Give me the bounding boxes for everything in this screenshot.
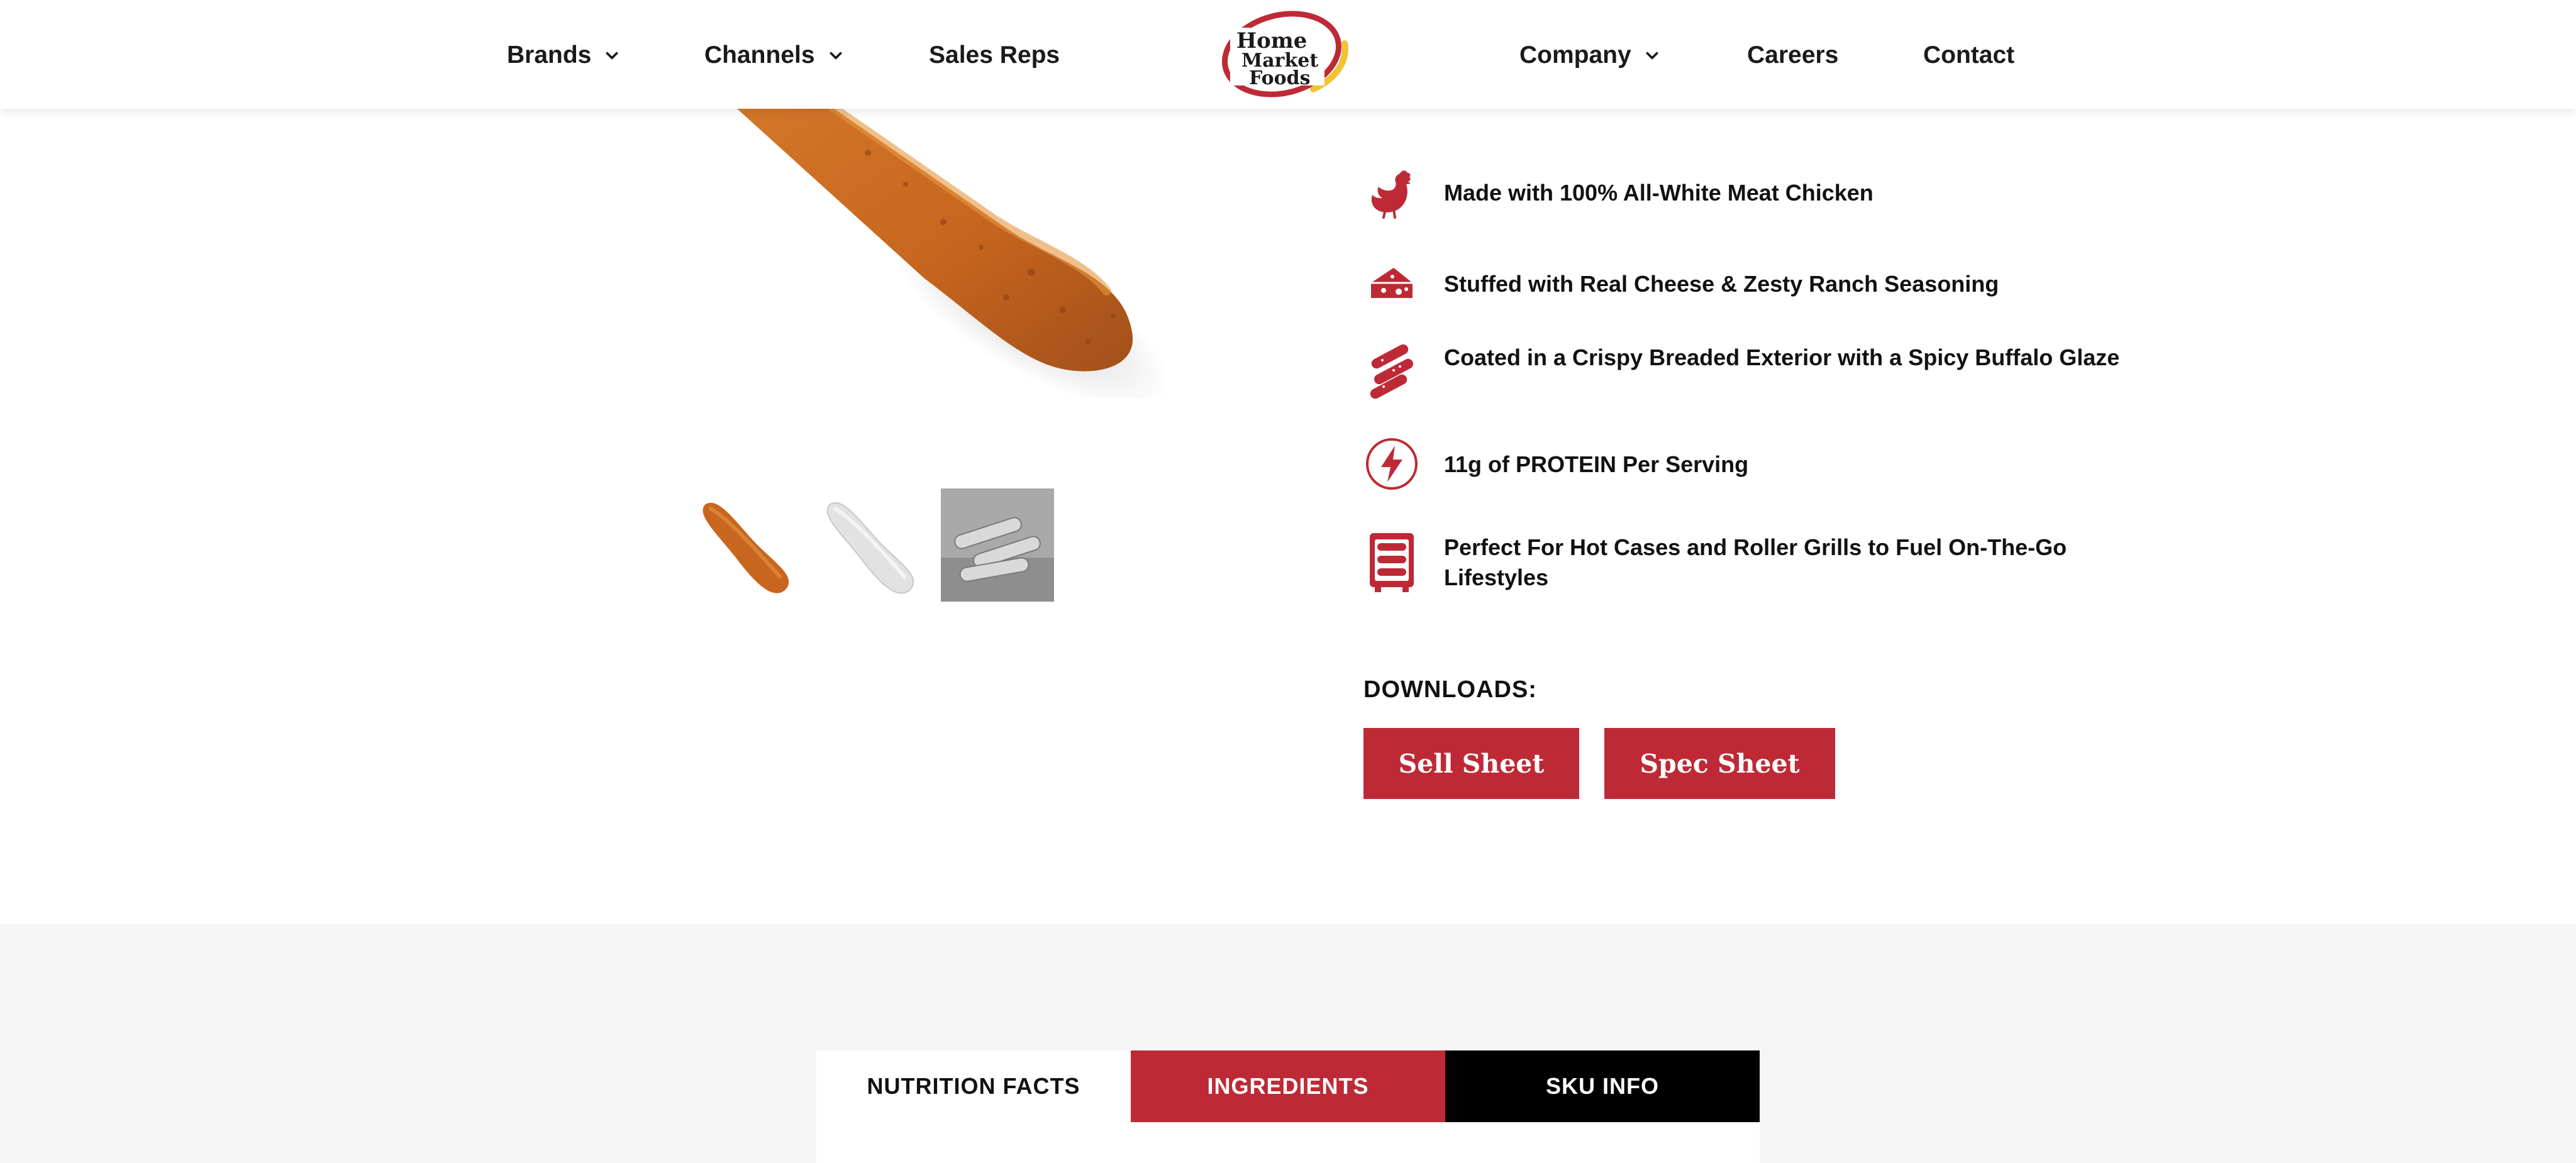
thumbnail-frozen[interactable]	[816, 488, 930, 602]
product-hero-image	[679, 109, 1220, 398]
lightning-bolt-icon	[1366, 438, 1418, 490]
feature-text: Stuffed with Real Cheese & Zesty Ranch S…	[1444, 271, 1999, 297]
feature-item: Coated in a Crispy Breaded Exterior with…	[1363, 343, 2119, 403]
thumbnail-cooked[interactable]	[692, 488, 805, 602]
thumbnail-lifestyle[interactable]	[941, 488, 1054, 602]
feature-text: Perfect For Hot Cases and Roller Grills …	[1444, 534, 2067, 590]
nav-contact-label: Contact	[1923, 41, 2015, 69]
home-market-foods-logo[interactable]: Home Market Foods	[1219, 9, 1358, 101]
tab-ingredients[interactable]: INGREDIENTS	[1131, 1050, 1445, 1122]
feature-item: Perfect For Hot Cases and Roller Grills …	[1363, 531, 2118, 593]
feature-text: 11g of PROTEIN Per Serving	[1444, 451, 1749, 477]
roller-grill-icon	[1370, 533, 1414, 592]
nav-company[interactable]: Company	[1519, 38, 1660, 73]
logo-text-foods: Foods	[1249, 67, 1311, 89]
nav-sales-reps-label: Sales Reps	[929, 41, 1060, 69]
chevron-down-icon	[830, 52, 841, 60]
breaded-sticks-icon	[1370, 344, 1413, 399]
feature-text: Made with 100% All-White Meat Chicken	[1444, 180, 1874, 206]
feature-item: Made with 100% All-White Meat Chicken	[1363, 165, 2118, 221]
tab-nutrition-facts[interactable]: NUTRITION FACTS	[816, 1050, 1131, 1122]
logo-graphic: Home Market Foods	[1221, 11, 1348, 97]
tab-sku-info[interactable]: SKU INFO	[1445, 1050, 1760, 1122]
nav-channels[interactable]: Channels	[704, 38, 844, 73]
sell-sheet-button[interactable]: Sell Sheet	[1363, 728, 1579, 799]
chevron-down-icon	[1646, 52, 1658, 60]
nav-brands[interactable]: Brands	[507, 38, 620, 73]
spec-sheet-button[interactable]: Spec Sheet	[1604, 728, 1835, 799]
nav-careers-label: Careers	[1747, 41, 1839, 69]
nav-sales-reps[interactable]: Sales Reps	[929, 38, 1060, 73]
downloads-label: DOWNLOADS:	[1363, 676, 1537, 703]
nav-channels-label: Channels	[704, 41, 815, 69]
nav-careers[interactable]: Careers	[1747, 38, 1838, 73]
cheese-icon	[1371, 268, 1413, 298]
site-header: Brands Channels Sales Reps Home Market F…	[0, 0, 2576, 109]
nav-contact[interactable]: Contact	[1923, 38, 2014, 73]
chicken-icon	[1371, 170, 1411, 219]
nav-brands-label: Brands	[507, 41, 592, 69]
feature-text: Coated in a Crispy Breaded Exterior with…	[1444, 344, 2120, 370]
nav-company-label: Company	[1519, 41, 1631, 69]
feature-item: 11g of PROTEIN Per Serving	[1363, 436, 2118, 492]
tab-content-panel	[816, 1122, 1760, 1163]
chevron-down-icon	[606, 52, 618, 60]
feature-item: Stuffed with Real Cheese & Zesty Ranch S…	[1363, 256, 2118, 307]
